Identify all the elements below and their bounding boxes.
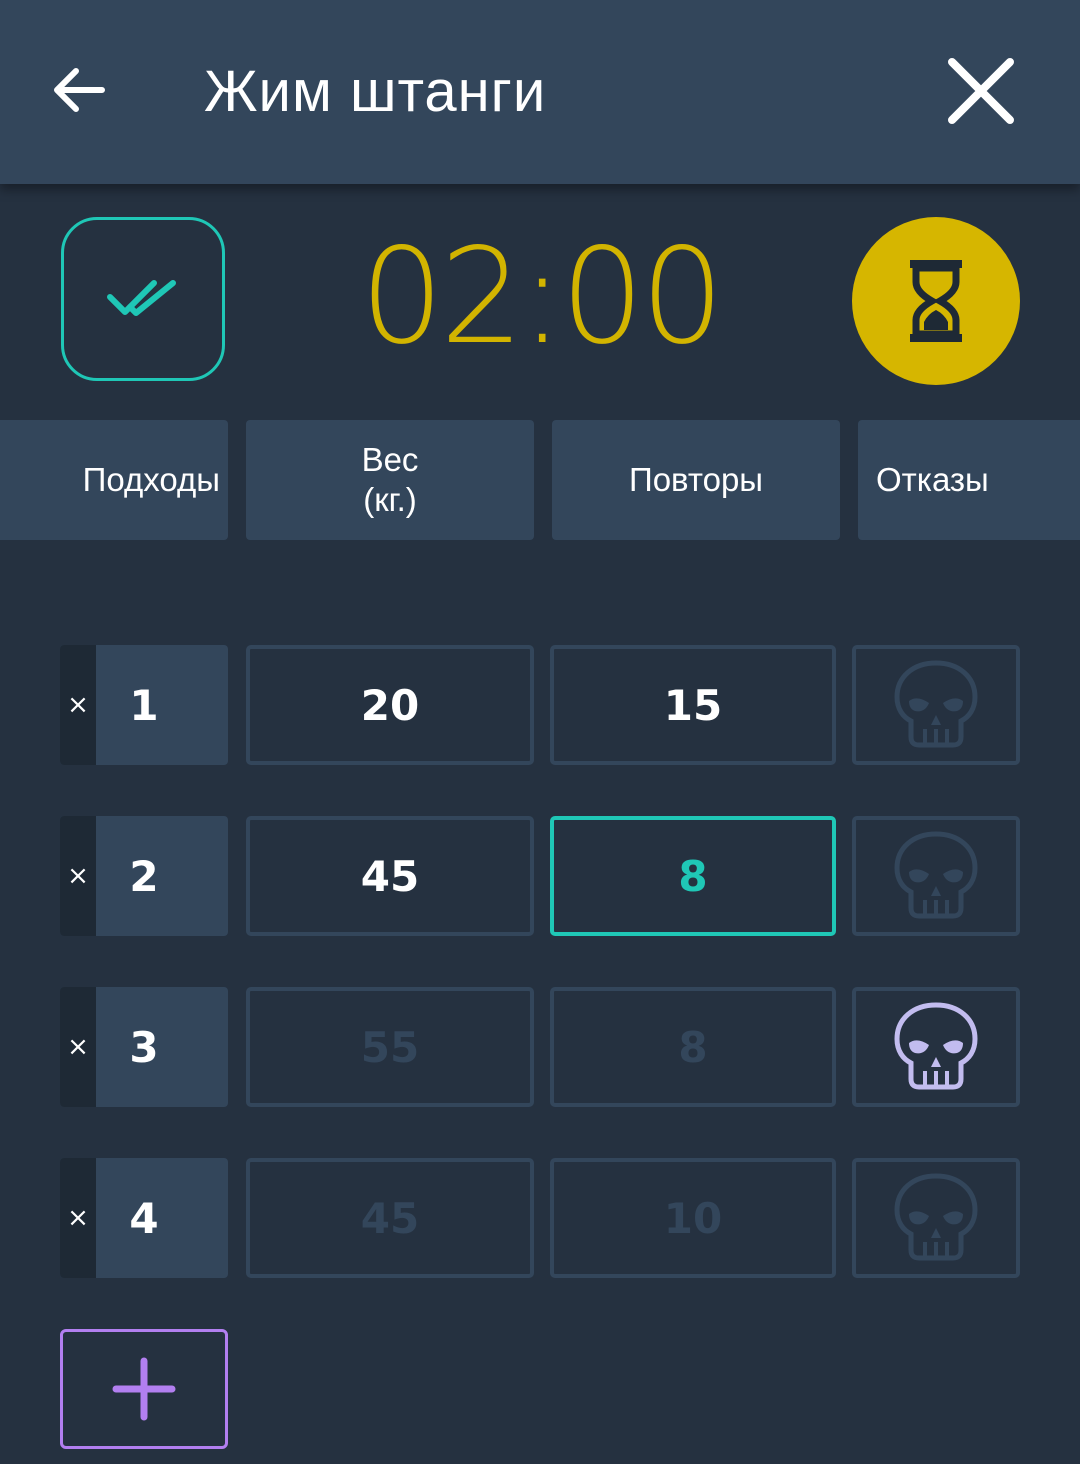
column-header-weight-label: Вес — [361, 441, 419, 478]
close-icon — [948, 58, 1014, 124]
weight-field[interactable]: 20 — [246, 645, 534, 765]
delete-set-button[interactable]: × — [60, 1158, 96, 1278]
column-header-fails: Отказы — [858, 420, 1080, 540]
weight-field[interactable]: 45 — [246, 1158, 534, 1278]
set-number: 1 — [129, 680, 159, 730]
skull-icon — [894, 1002, 978, 1090]
table-row: × 3 55 8 — [0, 987, 1080, 1107]
reps-field-active[interactable]: 8 — [550, 816, 836, 936]
set-cell: × 3 — [60, 987, 228, 1107]
skull-icon — [894, 831, 978, 919]
skull-icon — [894, 660, 978, 748]
hourglass-icon — [910, 260, 962, 342]
set-cell: × 1 — [60, 645, 228, 765]
reps-field[interactable]: 15 — [550, 645, 836, 765]
set-number: 4 — [129, 1193, 159, 1243]
set-number: 2 — [129, 851, 159, 901]
set-cell: × 2 — [60, 816, 228, 936]
reps-field[interactable]: 10 — [550, 1158, 836, 1278]
rest-timer-display: 02:00 — [360, 220, 724, 374]
failure-toggle[interactable] — [852, 1158, 1020, 1278]
close-button[interactable] — [946, 56, 1016, 126]
top-bar: Жим штанги — [0, 0, 1080, 184]
set-number: 3 — [129, 1022, 159, 1072]
table-row: × 1 20 15 — [0, 645, 1080, 765]
column-header-weight: Вес (кг.) — [246, 420, 534, 540]
page-title: Жим штанги — [204, 59, 547, 124]
weight-field[interactable]: 45 — [246, 816, 534, 936]
arrow-left-icon — [54, 68, 105, 112]
delete-set-button[interactable]: × — [60, 645, 96, 765]
column-header-weight-unit: (кг.) — [363, 481, 417, 518]
failure-toggle[interactable] — [852, 987, 1020, 1107]
skull-icon — [894, 1173, 978, 1261]
column-header-reps: Повторы — [552, 420, 840, 540]
column-header-sets: Подходы — [0, 420, 228, 540]
timer-button[interactable] — [852, 217, 1020, 385]
failure-toggle[interactable] — [852, 645, 1020, 765]
delete-set-button[interactable]: × — [60, 987, 96, 1107]
reps-field[interactable]: 8 — [550, 987, 836, 1107]
plus-icon — [112, 1357, 176, 1421]
delete-set-button[interactable]: × — [60, 816, 96, 936]
failure-toggle[interactable] — [852, 816, 1020, 936]
double-check-icon — [107, 280, 176, 316]
add-set-button[interactable] — [60, 1329, 228, 1449]
table-row: × 2 45 8 — [0, 816, 1080, 936]
weight-field[interactable]: 55 — [246, 987, 534, 1107]
table-row: × 4 45 10 — [0, 1158, 1080, 1278]
back-button[interactable] — [50, 62, 106, 118]
set-cell: × 4 — [60, 1158, 228, 1278]
complete-button[interactable] — [61, 217, 225, 381]
